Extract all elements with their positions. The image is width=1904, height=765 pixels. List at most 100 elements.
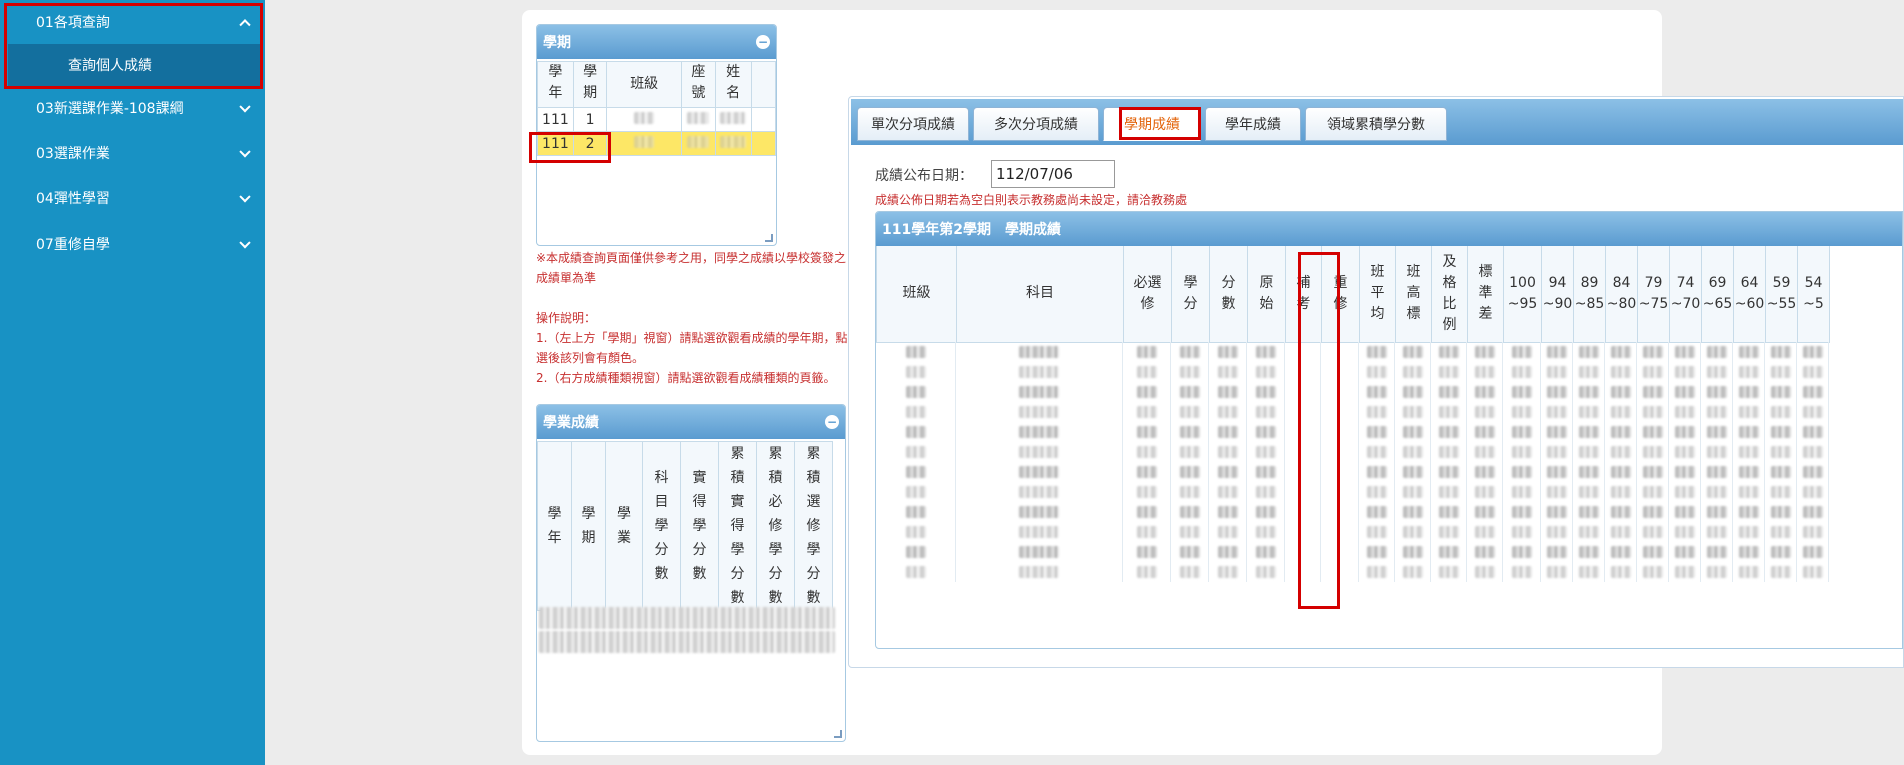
redacted-cell	[1765, 382, 1797, 402]
redacted-value	[1546, 546, 1567, 558]
redacted-cell	[1637, 422, 1669, 442]
redacted-value	[1802, 386, 1823, 398]
redacted-value	[1674, 426, 1695, 438]
menu-subitem-personal-grades[interactable]: 查詢個人成績	[8, 44, 260, 86]
menu-item-flexible-learning[interactable]: 04彈性學習	[0, 176, 265, 220]
notes: ※本成績查詢頁面僅供參考之用，同學之成績以學校簽發之成績單為準 操作說明： 1.…	[536, 248, 851, 388]
redacted-cell	[1171, 502, 1209, 522]
resize-handle-icon[interactable]	[834, 730, 842, 738]
redacted-cell	[1503, 422, 1541, 442]
redacted-value	[1179, 546, 1200, 558]
redacted-value	[1642, 526, 1663, 538]
redacted-value	[1802, 446, 1823, 458]
column-header: 64 ~60	[1733, 246, 1766, 343]
table-row-selected[interactable]: 111 2	[537, 131, 776, 156]
collapse-icon[interactable]: −	[825, 415, 839, 429]
menu-item-course-selection[interactable]: 03選課作業	[0, 131, 265, 175]
redacted-value	[1217, 386, 1238, 398]
redacted-value	[1019, 346, 1059, 358]
redacted-cell	[956, 482, 1123, 502]
redacted-value	[1738, 566, 1759, 578]
redacted-value	[905, 566, 926, 578]
redacted-value	[1674, 346, 1695, 358]
redacted-value	[1802, 426, 1823, 438]
resize-handle-icon[interactable]	[765, 234, 773, 242]
redacted-value	[1179, 566, 1200, 578]
redacted-value	[905, 506, 926, 518]
cell-term: 2	[572, 131, 608, 156]
redacted-value	[1802, 466, 1823, 478]
redacted-value	[1511, 486, 1532, 498]
redacted-value	[1366, 386, 1387, 398]
redacted-value	[1706, 486, 1727, 498]
redacted-cell	[1637, 482, 1669, 502]
menu-item-retake-self-study[interactable]: 07重修自學	[0, 222, 265, 266]
chevron-down-icon	[239, 146, 251, 158]
redacted-cell	[1503, 402, 1541, 422]
redacted-value	[1511, 526, 1532, 538]
redacted-value	[1546, 406, 1567, 418]
redacted-cell	[1247, 522, 1285, 542]
redacted-cell	[1797, 362, 1829, 382]
redacted-cell	[1503, 382, 1541, 402]
menu-item-new-course-selection[interactable]: 03新選課作業-108課綱	[0, 86, 265, 130]
redacted-cell	[1637, 462, 1669, 482]
collapse-icon[interactable]: −	[756, 35, 770, 49]
tab-domain-credits[interactable]: 領域累積學分數	[1305, 107, 1447, 141]
redacted-value	[1019, 466, 1059, 478]
publish-date-field[interactable]: 112/07/06	[991, 160, 1115, 188]
redacted-cell	[1247, 562, 1285, 582]
redacted-cell	[1285, 362, 1321, 382]
redacted-value	[1255, 546, 1276, 558]
redacted-cell	[1503, 542, 1541, 562]
redacted-value	[1738, 486, 1759, 498]
redacted-cell	[1123, 442, 1171, 462]
redacted-cell	[876, 422, 956, 442]
redacted-cell	[1733, 402, 1765, 422]
redacted-value	[1610, 506, 1631, 518]
redacted-value	[1578, 426, 1599, 438]
redacted-value	[1674, 386, 1695, 398]
table-row[interactable]: 111 1	[537, 107, 776, 132]
redacted-cell	[1503, 522, 1541, 542]
redacted-cell	[1321, 542, 1359, 562]
redacted-cell	[1321, 442, 1359, 462]
redacted-cell	[1573, 382, 1605, 402]
redacted-value	[1019, 546, 1059, 558]
tab-year-grades[interactable]: 學年成績	[1205, 107, 1301, 141]
redacted-value	[1511, 446, 1532, 458]
redacted-value	[1706, 466, 1727, 478]
redacted-cell	[1701, 462, 1733, 482]
redacted-cell	[1395, 362, 1431, 382]
redacted-value	[1642, 566, 1663, 578]
redacted-value	[1019, 526, 1059, 538]
redacted-value	[1179, 346, 1200, 358]
redacted-cell	[1765, 542, 1797, 562]
redacted-value	[905, 406, 926, 418]
redacted-value	[1738, 386, 1759, 398]
redacted-value	[1438, 406, 1459, 418]
redacted-cell	[1171, 442, 1209, 462]
redacted-value	[1674, 566, 1695, 578]
redacted-cell	[1467, 442, 1503, 462]
redacted-value	[1511, 386, 1532, 398]
redacted-cell	[1467, 522, 1503, 542]
redacted-value	[1474, 546, 1495, 558]
redacted-cell	[1797, 542, 1829, 562]
redacted-value	[1642, 346, 1663, 358]
redacted-cell	[1431, 502, 1467, 522]
tab-single-item-grades[interactable]: 單次分項成績	[857, 107, 969, 141]
redacted-cell	[1395, 502, 1431, 522]
redacted-cell	[1209, 462, 1247, 482]
semester-panel-header: 學期 −	[537, 25, 776, 59]
tab-multi-item-grades[interactable]: 多次分項成績	[973, 107, 1099, 141]
redacted-value	[905, 486, 926, 498]
redacted-cell	[1701, 502, 1733, 522]
menu-item-queries[interactable]: 01各項查詢	[0, 0, 265, 44]
redacted-cell	[876, 382, 956, 402]
redacted-cell	[956, 402, 1123, 422]
redacted-cell	[1765, 502, 1797, 522]
tab-semester-grades[interactable]: 學期成績	[1103, 107, 1201, 141]
redacted-cell	[1467, 562, 1503, 582]
redacted-cell	[1431, 402, 1467, 422]
